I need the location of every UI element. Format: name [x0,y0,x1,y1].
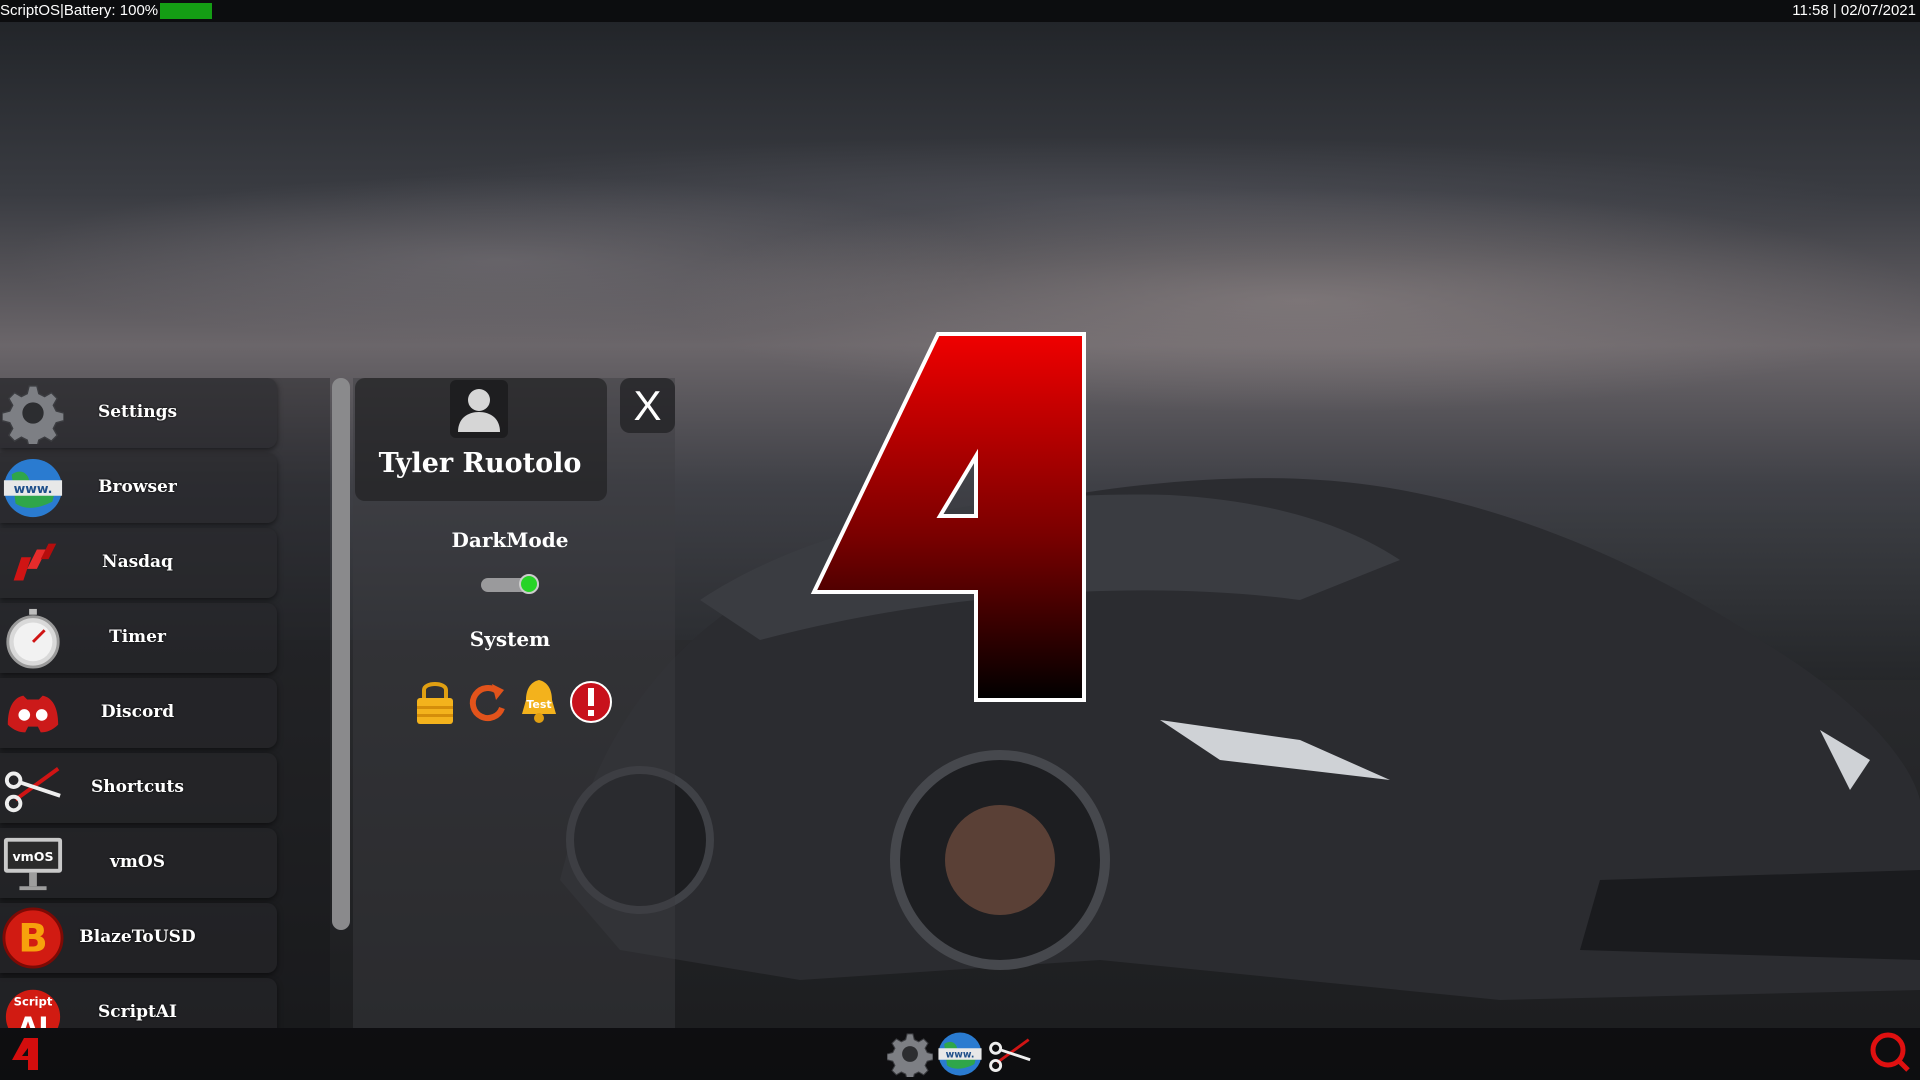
app-launcher-list: Settings www. Browser Nasdaq Timer Disco… [0,378,330,1028]
lock-icon[interactable] [412,676,458,726]
nasdaq-icon [13,543,57,581]
svg-text:vmOS: vmOS [12,849,53,864]
app-label: Nasdaq [102,552,173,572]
app-label: BlazeToUSD [79,927,196,947]
clock: 11:58 | 02/07/2021 [1792,2,1916,19]
toggle-knob [519,574,539,594]
svg-text:Script: Script [14,994,53,1008]
discord-icon [7,695,59,733]
test-text: Test [526,698,551,711]
app-label: Browser [98,477,177,497]
restart-icon[interactable] [464,676,510,726]
gear-icon [2,385,64,444]
app-shortcuts[interactable]: Shortcuts [0,753,277,823]
svg-text:AI: AI [17,1012,48,1028]
app-scriptai[interactable]: Script AI ScriptAI [0,978,277,1028]
system-label: System [469,627,551,651]
app-discord[interactable]: Discord [0,678,277,748]
app-label: vmOS [110,852,165,872]
user-name: Tyler Ruotolo [378,448,582,479]
user-avatar-icon[interactable] [450,380,508,438]
dock-pinned-apps: www. [887,1031,1033,1077]
top-status-bar: ScriptOS|Battery: 100% 11:58 | 02/07/202… [0,0,1920,22]
scriptos-logo [810,332,1086,702]
script-ai-icon: Script AI [5,989,61,1028]
search-ring-icon[interactable] [1868,1030,1910,1072]
os-status-text: ScriptOS|Battery: 100% [0,2,159,19]
svg-text:B: B [18,917,48,962]
vmos-monitor-icon: vmOS [3,837,63,891]
app-nasdaq[interactable]: Nasdaq [0,528,277,598]
app-settings[interactable]: Settings [0,378,277,448]
dock-shortcuts-scissors-icon[interactable] [987,1031,1033,1077]
dock-browser-globe-icon[interactable]: www. [937,1031,983,1077]
app-label: Settings [97,402,178,422]
svg-text:www.: www. [14,481,53,496]
svg-text:www.: www. [946,1050,975,1061]
app-blazetousd[interactable]: B BlazeToUSD [0,903,277,973]
darkmode-label: DarkMode [451,528,569,552]
app-list-scrollbar[interactable] [332,378,350,930]
start-menu-button[interactable] [8,1036,42,1072]
app-label: Discord [100,702,175,722]
alert-icon[interactable] [568,676,614,726]
app-label: Shortcuts [91,777,184,797]
dock-settings-gear-icon[interactable] [887,1031,933,1077]
system-buttons: Test [412,676,614,726]
app-browser[interactable]: www. Browser [0,453,277,523]
battery-level-bar [160,3,213,19]
globe-www-icon: www. [3,458,63,518]
app-vmos[interactable]: vmOS vmOS [0,828,277,898]
scissors-icon [4,767,61,813]
blaze-b-icon: B [2,907,64,969]
app-label: ScriptAI [98,1002,177,1022]
stopwatch-icon [6,608,60,669]
app-label: Timer [109,627,166,647]
darkmode-toggle[interactable] [481,574,539,594]
close-panel-button[interactable]: X [620,378,675,433]
test-bell-icon[interactable]: Test [516,676,562,726]
app-timer[interactable]: Timer [0,603,277,673]
